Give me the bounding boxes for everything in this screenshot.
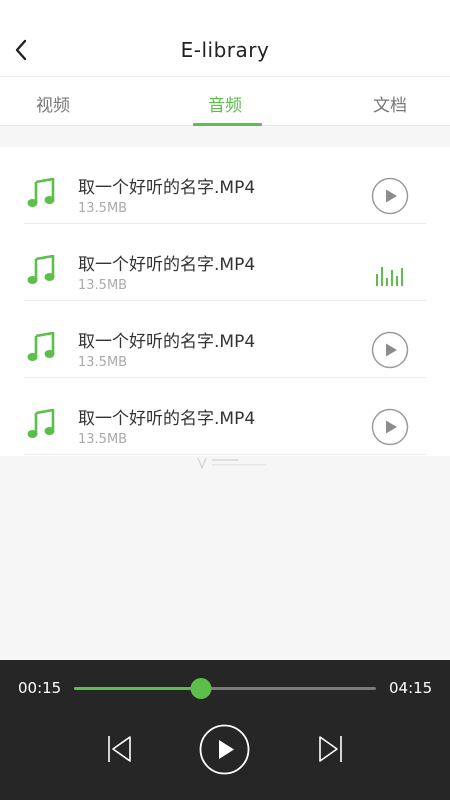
file-name: 取一个好听的名字.MP4	[78, 332, 256, 352]
skip-previous-icon	[108, 736, 131, 762]
progress-knob[interactable]	[190, 678, 212, 699]
list-item[interactable]: 取一个好听的名字.MP4 13.5MB	[0, 378, 450, 455]
play-circle-icon	[199, 724, 250, 775]
total-time: 04:15	[389, 679, 433, 697]
watermark-logo	[197, 457, 266, 470]
tab-document[interactable]: 文档	[373, 91, 407, 116]
audio-player: 00:15 04:15	[0, 660, 450, 800]
file-size: 13.5MB	[78, 432, 128, 447]
music-note-icon	[27, 255, 55, 284]
divider	[24, 454, 426, 455]
active-tab-indicator	[193, 123, 262, 126]
file-size: 13.5MB	[78, 201, 128, 216]
music-note-icon	[27, 332, 55, 361]
tab-audio[interactable]: 音频	[208, 91, 242, 116]
file-size: 13.5MB	[78, 278, 128, 293]
header-bar: E-library	[0, 0, 450, 77]
file-name: 取一个好听的名字.MP4	[78, 409, 256, 429]
play-button[interactable]	[199, 724, 250, 775]
music-note-icon	[27, 409, 55, 438]
progress-slider[interactable]	[74, 678, 376, 699]
equalizer-icon[interactable]	[371, 254, 409, 292]
next-button[interactable]	[314, 731, 350, 767]
list-item[interactable]: 取一个好听的名字.MP4 13.5MB	[0, 224, 450, 301]
previous-button[interactable]	[100, 731, 136, 767]
skip-next-icon	[319, 736, 342, 762]
audio-list: 取一个好听的名字.MP4 13.5MB 取一个好听的名字.MP4 13.5MB	[0, 147, 450, 456]
page-title: E-library	[180, 38, 270, 62]
list-item[interactable]: 取一个好听的名字.MP4 13.5MB	[0, 301, 450, 378]
progress-fill	[74, 687, 201, 690]
tab-video[interactable]: 视频	[36, 91, 70, 116]
file-name: 取一个好听的名字.MP4	[78, 255, 256, 275]
play-circle-icon[interactable]	[371, 177, 409, 215]
music-note-icon	[27, 178, 55, 207]
file-size: 13.5MB	[78, 355, 128, 370]
list-item[interactable]: 取一个好听的名字.MP4 13.5MB	[0, 147, 450, 224]
current-time: 00:15	[18, 679, 62, 697]
file-name: 取一个好听的名字.MP4	[78, 178, 256, 198]
play-circle-icon[interactable]	[371, 408, 409, 446]
tab-bar: 视频 音频 文档	[0, 77, 450, 126]
play-circle-icon[interactable]	[371, 331, 409, 369]
